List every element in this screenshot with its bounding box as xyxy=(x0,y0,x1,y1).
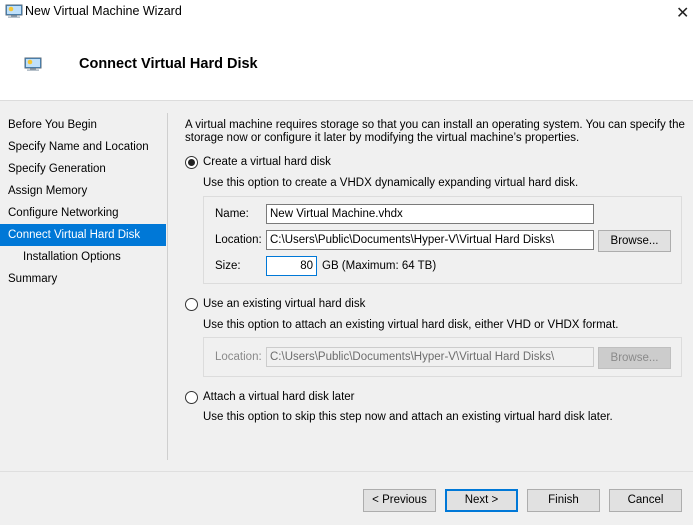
close-icon[interactable]: ✕ xyxy=(676,3,689,22)
location-label: Location: xyxy=(215,234,262,246)
existing-vhd-location-input[interactable]: C:\Users\Public\Documents\Hyper-V\Virtua… xyxy=(266,347,594,367)
window-title: New Virtual Machine Wizard xyxy=(25,4,182,18)
next-button[interactable]: Next > xyxy=(445,489,518,512)
use-existing-vhd-description: Use this option to attach an existing vi… xyxy=(203,319,619,331)
vhd-location-input[interactable]: C:\Users\Public\Documents\Hyper-V\Virtua… xyxy=(266,230,594,250)
footer-divider xyxy=(0,471,693,472)
attach-later-description: Use this option to skip this step now an… xyxy=(203,411,613,423)
cancel-button[interactable]: Cancel xyxy=(609,489,682,512)
browse-location-button[interactable]: Browse... xyxy=(598,230,671,252)
previous-button[interactable]: < Previous xyxy=(363,489,436,512)
virtual-machine-icon xyxy=(5,4,23,18)
nav-item-specify-name-location[interactable]: Specify Name and Location xyxy=(0,136,166,158)
nav-item-configure-networking[interactable]: Configure Networking xyxy=(0,202,166,224)
vhd-size-input[interactable]: 80 xyxy=(266,256,317,276)
attach-later-label[interactable]: Attach a virtual hard disk later xyxy=(203,391,355,403)
page-title: Connect Virtual Hard Disk xyxy=(79,56,258,72)
nav-item-assign-memory[interactable]: Assign Memory xyxy=(0,180,166,202)
create-vhd-description: Use this option to create a VHDX dynamic… xyxy=(203,177,579,189)
use-existing-vhd-label[interactable]: Use an existing virtual hard disk xyxy=(203,298,365,310)
nav-item-specify-generation[interactable]: Specify Generation xyxy=(0,158,166,180)
use-existing-vhd-radio[interactable] xyxy=(185,298,198,311)
virtual-machine-icon xyxy=(24,57,42,71)
nav-item-summary[interactable]: Summary xyxy=(0,268,166,290)
nav-item-before-you-begin[interactable]: Before You Begin xyxy=(0,114,166,136)
intro-text-line-2: storage now or configure it later by mod… xyxy=(185,132,580,144)
existing-location-label: Location: xyxy=(215,351,262,363)
nav-item-installation-options[interactable]: Installation Options xyxy=(0,246,166,268)
size-label: Size: xyxy=(215,260,241,272)
create-vhd-radio[interactable] xyxy=(185,156,198,169)
wizard-steps-nav: Before You Begin Specify Name and Locati… xyxy=(0,114,166,290)
nav-item-connect-virtual-hard-disk[interactable]: Connect Virtual Hard Disk xyxy=(0,224,166,246)
name-label: Name: xyxy=(215,208,249,220)
attach-later-radio[interactable] xyxy=(185,391,198,404)
create-vhd-label[interactable]: Create a virtual hard disk xyxy=(203,156,331,168)
intro-text-line-1: A virtual machine requires storage so th… xyxy=(185,119,685,131)
existing-browse-button[interactable]: Browse... xyxy=(598,347,671,369)
finish-button[interactable]: Finish xyxy=(527,489,600,512)
nav-divider xyxy=(167,113,168,460)
size-suffix-label: GB (Maximum: 64 TB) xyxy=(322,260,437,272)
vhd-name-input[interactable]: New Virtual Machine.vhdx xyxy=(266,204,594,224)
